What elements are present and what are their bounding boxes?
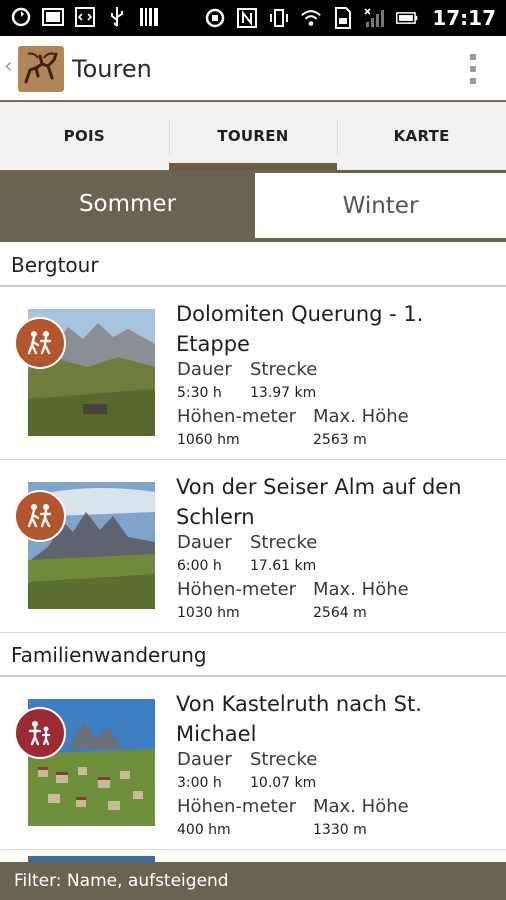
battery-icon xyxy=(396,7,418,29)
strecke-value: 13.97 km xyxy=(250,385,317,401)
hoehenmeter-value: 1030 hm xyxy=(177,605,240,621)
rotate-lock-icon xyxy=(204,7,226,29)
tour-title: Von Kastelruth nach St. Michael xyxy=(176,692,422,746)
segment-sommer[interactable]: Sommer xyxy=(0,170,255,238)
page-title: Touren xyxy=(72,55,152,83)
tab-bar: POIS TOUREN KARTE xyxy=(0,102,506,170)
dauer-value: 3:00 h xyxy=(177,775,222,791)
hoehenmeter-label: Höhen-meter xyxy=(177,796,297,817)
hoehenmeter-value: 400 hm xyxy=(177,822,231,838)
hoehenmeter-label: Höhen-meter xyxy=(177,579,297,600)
strecke-label: Strecke xyxy=(250,359,318,380)
tab-touren[interactable]: TOUREN xyxy=(168,102,338,170)
maxhoehe-label: Max. Höhe xyxy=(313,579,409,600)
strecke-value: 10.07 km xyxy=(250,775,317,791)
tour-item[interactable]: Von der Seiser Alm auf den Schlern Dauer… xyxy=(0,460,506,633)
overflow-menu-icon[interactable] xyxy=(468,54,478,84)
tour-title: Dolomiten Querung - 1. Etappe xyxy=(176,302,424,356)
dauer-label: Dauer xyxy=(177,749,232,770)
maxhoehe-label: Max. Höhe xyxy=(313,406,409,427)
section-title: Familienwanderung xyxy=(11,643,207,667)
strecke-label: Strecke xyxy=(250,749,318,770)
dauer-label: Dauer xyxy=(177,532,232,553)
filter-bar[interactable]: Filter: Name, aufsteigend xyxy=(0,862,506,900)
tab-pois[interactable]: POIS xyxy=(0,102,169,170)
status-time: 17:17 xyxy=(432,6,496,30)
tab-karte[interactable]: KARTE xyxy=(337,102,506,170)
signal-icon xyxy=(364,7,386,29)
family-icon xyxy=(14,707,66,759)
section-title: Bergtour xyxy=(11,253,99,277)
usb-icon xyxy=(106,6,128,28)
sim-icon xyxy=(332,7,354,29)
section-header-bergtour: Bergtour xyxy=(0,243,506,287)
hoehenmeter-value: 1060 hm xyxy=(177,432,240,448)
status-icons-right: 17:17 xyxy=(204,6,496,30)
hikers-icon xyxy=(14,490,66,542)
vibrate-icon xyxy=(268,7,290,29)
code-icon xyxy=(74,6,96,28)
strecke-label: Strecke xyxy=(250,532,318,553)
ibex-logo-icon[interactable] xyxy=(18,46,64,92)
back-chevron-icon[interactable]: ‹ xyxy=(4,54,13,79)
dauer-value: 5:30 h xyxy=(177,385,222,401)
maxhoehe-label: Max. Höhe xyxy=(313,796,409,817)
tour-item[interactable]: Von Kastelruth nach St. Michael Dauer St… xyxy=(0,677,506,850)
status-bar: 17:17 xyxy=(0,0,506,36)
sync-icon xyxy=(10,6,32,28)
barcode-icon xyxy=(138,6,160,28)
wifi-icon xyxy=(300,7,322,29)
dauer-value: 6:00 h xyxy=(177,558,222,574)
tour-item[interactable]: Dolomiten Querung - 1. Etappe Dauer Stre… xyxy=(0,287,506,460)
maxhoehe-value: 1330 m xyxy=(313,822,367,838)
section-header-familienwanderung: Familienwanderung xyxy=(0,633,506,677)
tour-title: Von der Seiser Alm auf den Schlern xyxy=(176,475,462,529)
maxhoehe-value: 2564 m xyxy=(313,605,367,621)
hikers-icon xyxy=(14,317,66,369)
season-toggle: Sommer Winter xyxy=(0,170,506,242)
segment-winter[interactable]: Winter xyxy=(255,173,506,238)
filter-text: Filter: Name, aufsteigend xyxy=(14,871,229,891)
status-icons-left xyxy=(10,6,160,28)
nfc-icon xyxy=(236,7,258,29)
maxhoehe-value: 2563 m xyxy=(313,432,367,448)
strecke-value: 17.61 km xyxy=(250,558,317,574)
dauer-label: Dauer xyxy=(177,359,232,380)
hoehenmeter-label: Höhen-meter xyxy=(177,406,297,427)
action-bar: ‹ Touren xyxy=(0,36,506,102)
gallery-icon xyxy=(42,6,64,28)
